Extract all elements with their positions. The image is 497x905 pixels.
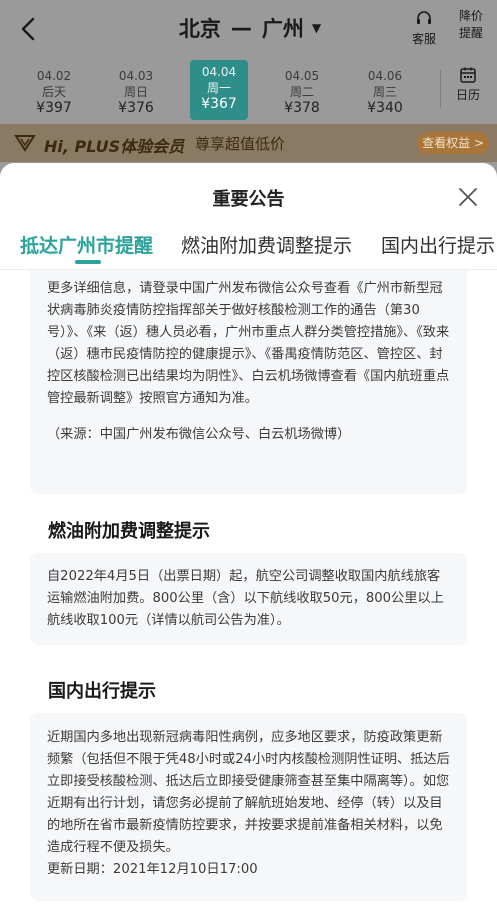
calendar-label: 日历 [455, 88, 480, 102]
price-alert-label-2: 提醒 [458, 26, 483, 40]
price-alert-label-1: 降价 [458, 9, 483, 23]
divider [440, 70, 441, 108]
weekday-label: 周三 [372, 85, 397, 99]
date-price: ¥340 [367, 100, 403, 116]
calendar-icon [460, 67, 476, 83]
date-label: 04.06 [367, 69, 403, 83]
date-cell-selected[interactable]: 04.04 周一 ¥367 [190, 60, 248, 120]
date-label: 04.03 [118, 69, 154, 83]
arrival-notice-source: （来源：中国广州发布微信公众号、白云机场微博） [47, 427, 351, 442]
plus-logo-icon [14, 135, 36, 152]
domestic-travel-title: 国内出行提示 [48, 681, 156, 702]
from-city: 北京 [178, 17, 221, 41]
back-arrow-icon[interactable] [14, 14, 44, 44]
weekday-label: 周二 [289, 85, 314, 99]
arrival-notice-card: 更多详细信息，请登录中国广州发布微信公众号查看《广州市新型冠状病毒肺炎疫情防控指… [30, 270, 467, 494]
tab-fuel-surcharge[interactable]: 燃油附加费调整提示 [181, 231, 352, 258]
headset-icon [417, 11, 431, 24]
domestic-travel-card: 近期国内多地出现新冠病毒阳性病例，应多地区要求，防疫政策更新频繁（包括但不限于凭… [30, 713, 467, 901]
route-separator: — [230, 16, 252, 40]
domestic-travel-body: 近期国内多地出现新冠病毒阳性病例，应多地区要求，防疫政策更新频繁（包括但不限于凭… [47, 730, 450, 855]
weekday-label: 后天 [41, 85, 66, 99]
weekday-label: 周日 [123, 85, 148, 99]
sheet-title: 重要公告 [212, 189, 285, 210]
date-strip: 04.02 后天 ¥397 04.03 周日 ¥376 04.04 周一 ¥36… [0, 60, 497, 120]
chevron-down-icon: ▼ [311, 21, 322, 35]
date-label: 04.04 [201, 65, 237, 79]
date-cell[interactable]: 04.06 周三 ¥340 [346, 64, 424, 118]
date-label: 04.02 [36, 69, 72, 83]
active-tab-indicator [75, 260, 101, 264]
date-label: 04.05 [284, 69, 320, 83]
calendar-button[interactable]: 日历 [448, 66, 488, 110]
close-icon[interactable] [456, 185, 480, 209]
fuel-surcharge-body: 自2022年4月5日（出票日期）起，航空公司调整收取国内航线旅客运输燃油附加费。… [47, 569, 444, 628]
customer-service-button[interactable]: 客服 [406, 10, 442, 50]
announcement-sheet: 重要公告 抵达广州市提醒 燃油附加费调整提示 国内出行提示 更多详细信息，请登录… [0, 163, 497, 905]
plus-member-banner[interactable]: Hi, PLUS体验会员 尊享超值低价 查看权益 > [0, 124, 497, 162]
plus-banner-title: Hi, PLUS体验会员 [44, 137, 185, 156]
route-selector[interactable]: 北京 — 广州 ▼ [150, 12, 350, 44]
date-price: ¥378 [284, 100, 320, 116]
tab-guangzhou-arrival[interactable]: 抵达广州市提醒 [20, 231, 153, 258]
top-bar: 北京 — 广州 ▼ 客服 降价 提醒 [0, 0, 497, 58]
date-price: ¥397 [36, 100, 72, 116]
to-city: 广州 [261, 17, 304, 41]
customer-service-label: 客服 [411, 32, 436, 46]
view-benefits-button[interactable]: 查看权益 > [417, 132, 489, 154]
price-alert-button[interactable]: 降价 提醒 [451, 8, 491, 48]
domestic-travel-update: 更新日期：2021年12月10日17:00 [47, 862, 258, 877]
date-cell[interactable]: 04.02 后天 ¥397 [15, 64, 93, 118]
plus-banner-subtitle: 尊享超值低价 [195, 135, 286, 153]
announcement-content[interactable]: 更多详细信息，请登录中国广州发布微信公众号查看《广州市新型冠状病毒肺炎疫情防控指… [0, 270, 497, 905]
date-cell[interactable]: 04.03 周日 ¥376 [97, 64, 175, 118]
date-price: ¥376 [118, 100, 154, 116]
date-price: ¥367 [201, 96, 237, 112]
arrival-notice-body: 更多详细信息，请登录中国广州发布微信公众号查看《广州市新型冠状病毒肺炎疫情防控指… [47, 281, 450, 406]
weekday-label: 周一 [206, 81, 231, 95]
fuel-surcharge-card: 自2022年4月5日（出票日期）起，航空公司调整收取国内航线旅客运输燃油附加费。… [30, 553, 467, 645]
tab-domestic-travel[interactable]: 国内出行提示 [381, 231, 495, 258]
fuel-surcharge-title: 燃油附加费调整提示 [48, 521, 210, 542]
date-cell[interactable]: 04.05 周二 ¥378 [263, 64, 341, 118]
